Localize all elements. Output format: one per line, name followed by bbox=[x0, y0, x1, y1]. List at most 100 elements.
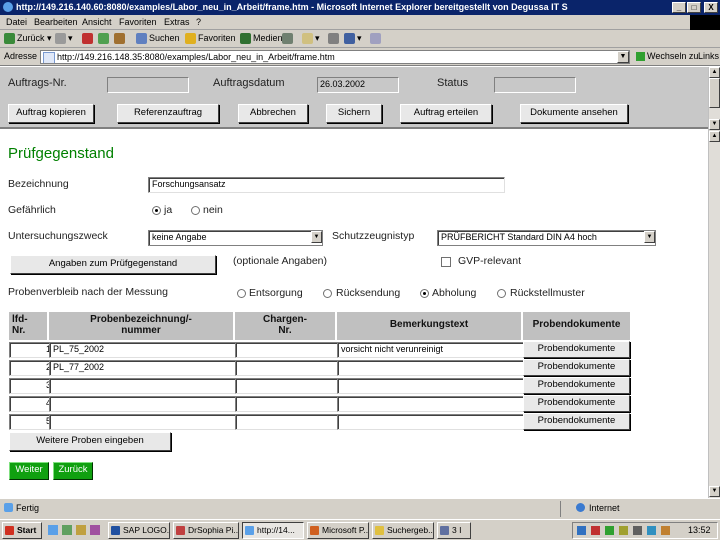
place-order-button[interactable]: Auftrag erteilen bbox=[400, 104, 492, 123]
scroll-down-icon[interactable]: ▼ bbox=[709, 119, 720, 130]
forward-button[interactable]: ▾ bbox=[55, 33, 73, 45]
scroll-thumb[interactable] bbox=[709, 78, 720, 108]
hazard-yes-radio[interactable] bbox=[152, 206, 161, 215]
hazard-yes-label: ja bbox=[164, 204, 173, 216]
batch-input[interactable] bbox=[235, 378, 340, 394]
tray-icon[interactable] bbox=[647, 526, 656, 535]
tray-icon[interactable] bbox=[605, 526, 614, 535]
menu-help[interactable]: ? bbox=[196, 17, 201, 27]
tray-icon[interactable] bbox=[661, 526, 670, 535]
app-icon bbox=[440, 526, 449, 535]
home-button[interactable] bbox=[114, 33, 127, 45]
disposal-radio[interactable] bbox=[237, 289, 246, 298]
quick-launch-ie-icon[interactable] bbox=[48, 525, 58, 535]
sample-documents-button[interactable]: Probendokumente bbox=[523, 359, 630, 376]
cancel-button[interactable]: Abbrechen bbox=[238, 104, 308, 123]
close-button[interactable]: X bbox=[704, 2, 718, 13]
address-input[interactable]: http://149.216.148.35:8080/examples/Labo… bbox=[40, 50, 630, 64]
quick-launch-desktop-icon[interactable] bbox=[62, 525, 72, 535]
sample-documents-button[interactable]: Probendokumente bbox=[523, 413, 630, 430]
scroll-up-icon[interactable]: ▲ bbox=[709, 131, 720, 142]
batch-input[interactable] bbox=[235, 342, 340, 358]
stop-button[interactable] bbox=[82, 33, 95, 45]
sample-documents-button[interactable]: Probendokumente bbox=[523, 395, 630, 412]
menu-edit[interactable]: Bearbeiten bbox=[34, 17, 78, 27]
order-no-field[interactable] bbox=[107, 77, 189, 93]
start-button[interactable]: Start bbox=[2, 522, 42, 539]
menu-view[interactable]: Ansicht bbox=[82, 17, 112, 27]
sample-documents-button[interactable]: Probendokumente bbox=[523, 341, 630, 358]
print-button[interactable] bbox=[328, 33, 341, 45]
batch-input[interactable] bbox=[235, 414, 340, 430]
main-frame-scrollbar[interactable]: ▲ ▼ bbox=[708, 131, 720, 498]
quick-launch-media-icon[interactable] bbox=[90, 525, 100, 535]
tray-icon[interactable] bbox=[591, 526, 600, 535]
task-search[interactable]: Suchergeb... bbox=[372, 522, 434, 539]
favorites-button[interactable]: Favoriten bbox=[185, 33, 236, 45]
address-dropdown-button[interactable]: ▼ bbox=[617, 51, 629, 63]
save-button[interactable]: Sichern bbox=[326, 104, 382, 123]
menu-favorites[interactable]: Favoriten bbox=[119, 17, 157, 27]
batch-input[interactable] bbox=[235, 360, 340, 376]
top-frame-scrollbar[interactable]: ▲ ▼ bbox=[708, 67, 720, 131]
sample-input[interactable]: PL_77_2002 bbox=[49, 360, 238, 376]
refresh-button[interactable] bbox=[98, 33, 111, 45]
remark-input[interactable]: vorsicht nicht verunreinigt bbox=[337, 342, 526, 358]
order-date-field[interactable]: 26.03.2002 bbox=[317, 77, 399, 93]
remark-input[interactable] bbox=[337, 378, 526, 394]
task-drsophia[interactable]: DrSophia Pi... bbox=[173, 522, 239, 539]
mail-button[interactable]: ▾ bbox=[302, 33, 320, 45]
go-button[interactable]: Wechseln zu bbox=[636, 51, 698, 62]
batch-input[interactable] bbox=[235, 396, 340, 412]
menu-file[interactable]: Datei bbox=[6, 17, 27, 27]
task-powerpoint[interactable]: Microsoft P... bbox=[307, 522, 369, 539]
certificate-select[interactable]: PRÜFBERICHT Standard DIN A4 hoch ▼ bbox=[437, 230, 656, 246]
scroll-down-icon[interactable]: ▼ bbox=[709, 486, 720, 497]
menu-tools[interactable]: Extras bbox=[164, 17, 190, 27]
remark-input[interactable] bbox=[337, 360, 526, 376]
remark-input[interactable] bbox=[337, 396, 526, 412]
after-measure-label: Probenverbleib nach der Messung bbox=[8, 286, 168, 298]
links-button[interactable]: Links bbox=[698, 51, 719, 61]
tray-icon[interactable] bbox=[577, 526, 586, 535]
history-button[interactable] bbox=[282, 33, 295, 45]
purpose-select[interactable]: keine Angabe ▼ bbox=[148, 230, 323, 246]
sample-details-button[interactable]: Angaben zum Prüfgegenstand bbox=[10, 255, 216, 274]
quick-launch-outlook-icon[interactable] bbox=[76, 525, 86, 535]
edit-button[interactable]: ▾ bbox=[344, 33, 362, 45]
task-sap-logo[interactable]: SAP LOGO... bbox=[108, 522, 170, 539]
back-button-green[interactable]: Zurück bbox=[53, 462, 93, 480]
tray-icon[interactable] bbox=[633, 526, 642, 535]
sample-documents-button[interactable]: Probendokumente bbox=[523, 377, 630, 394]
reference-order-button[interactable]: Referenzauftrag bbox=[117, 104, 219, 123]
remark-input[interactable] bbox=[337, 414, 526, 430]
scroll-up-icon[interactable]: ▲ bbox=[709, 67, 720, 78]
pickup-radio[interactable] bbox=[420, 289, 429, 298]
mail-icon bbox=[302, 33, 313, 45]
next-button[interactable]: Weiter bbox=[9, 462, 49, 480]
search-button[interactable]: Suchen bbox=[136, 33, 180, 45]
retain-sample-radio[interactable] bbox=[497, 289, 506, 298]
task-group[interactable]: 3 I bbox=[437, 522, 471, 539]
stop-icon bbox=[82, 33, 93, 45]
designation-input[interactable]: Forschungsansatz bbox=[148, 177, 505, 193]
more-samples-button[interactable]: Weitere Proben eingeben bbox=[9, 432, 171, 451]
tray-icon[interactable] bbox=[619, 526, 628, 535]
view-documents-button[interactable]: Dokumente ansehen bbox=[520, 104, 628, 123]
sample-input[interactable] bbox=[49, 396, 238, 412]
sample-input[interactable] bbox=[49, 414, 238, 430]
gvp-checkbox[interactable] bbox=[441, 257, 451, 267]
task-browser[interactable]: http://14... bbox=[242, 522, 304, 539]
chevron-down-icon: ▼ bbox=[311, 231, 322, 243]
minimize-button[interactable]: _ bbox=[672, 2, 686, 13]
copy-order-button[interactable]: Auftrag kopieren bbox=[8, 104, 94, 123]
hazard-no-radio[interactable] bbox=[191, 206, 200, 215]
status-field[interactable] bbox=[494, 77, 576, 93]
media-button[interactable]: Medien bbox=[240, 33, 283, 45]
sample-input[interactable] bbox=[49, 378, 238, 394]
sample-input[interactable]: PL_75_2002 bbox=[49, 342, 238, 358]
discuss-button[interactable] bbox=[370, 33, 383, 45]
return-radio[interactable] bbox=[323, 289, 332, 298]
back-button[interactable]: Zurück ▾ bbox=[4, 33, 52, 45]
maximize-button[interactable]: □ bbox=[687, 2, 701, 13]
